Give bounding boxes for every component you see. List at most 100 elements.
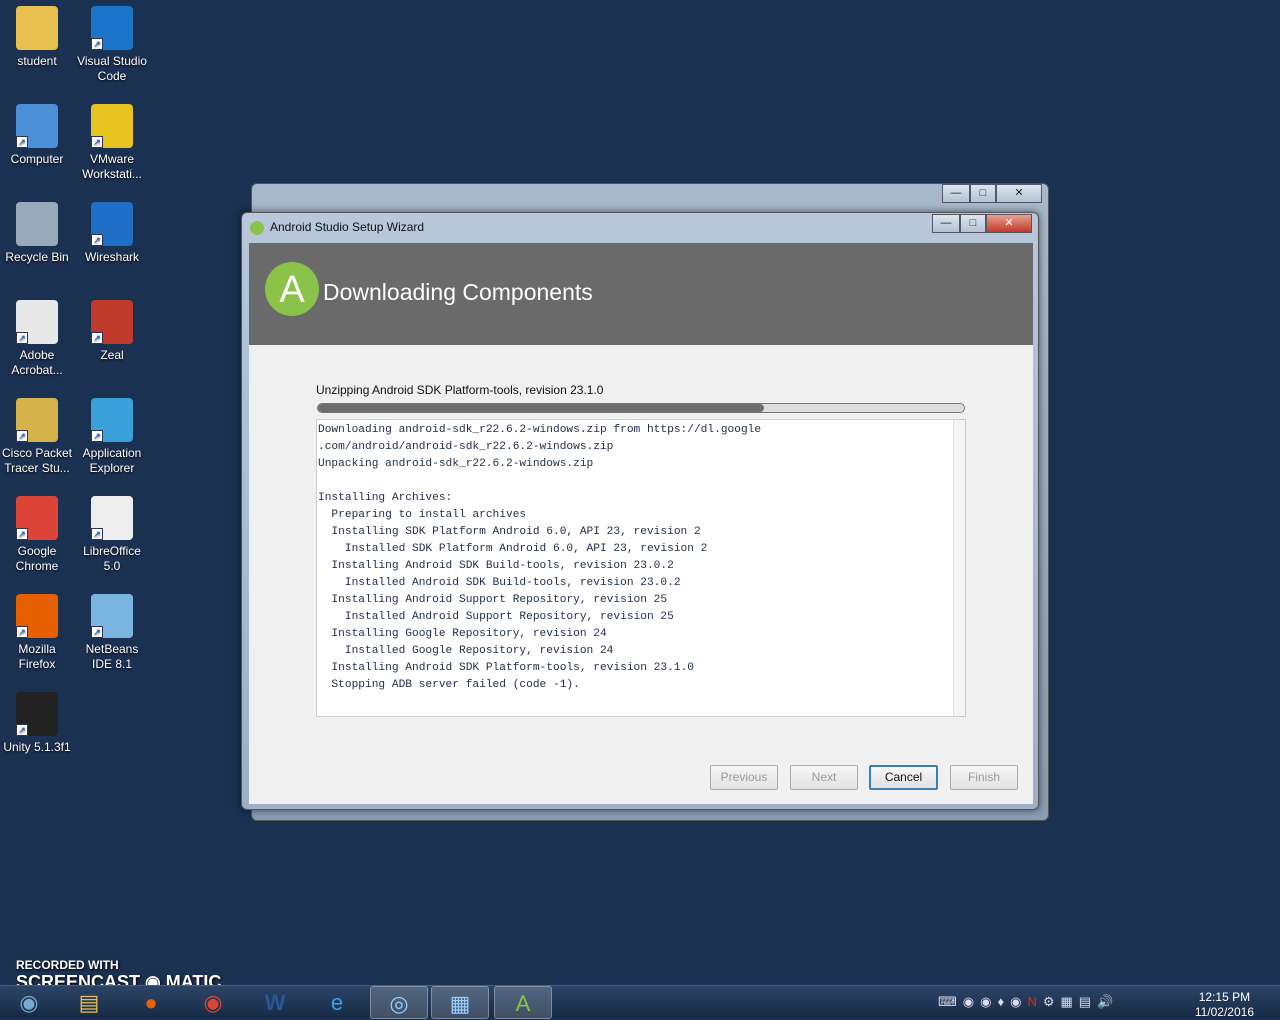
app-icon: ↗ (16, 104, 58, 148)
progress-fill (318, 404, 764, 412)
desktop-icon-label: Cisco Packet Tracer Stu... (1, 446, 73, 475)
next-button[interactable]: Next (790, 765, 858, 790)
desktop-icon[interactable]: ↗ Zeal (74, 296, 150, 363)
start-button[interactable]: ◉ (0, 986, 58, 1019)
shortcut-arrow-icon: ↗ (16, 136, 28, 148)
desktop-icon-label: Google Chrome (15, 544, 59, 573)
log-line: Installing SDK Platform Android 6.0, API… (318, 526, 701, 538)
app-icon: ↗ (16, 398, 58, 442)
log-line: Stopping ADB server failed (code -1). (318, 679, 580, 691)
desktop-icon[interactable]: ↗ Cisco Packet Tracer Stu... (0, 394, 75, 476)
desktop-icon-label: Wireshark (84, 250, 139, 264)
app-icon: ↗ (91, 6, 133, 50)
log-line: Preparing to install archives (318, 509, 527, 521)
cancel-button[interactable]: Cancel (869, 765, 938, 790)
firefox-taskbar-icon[interactable]: ● (122, 986, 180, 1019)
desktop-icon-label: Mozilla Firefox (18, 642, 56, 671)
shortcut-arrow-icon: ↗ (16, 724, 28, 736)
app-icon: ↗ (91, 202, 133, 246)
desktop-icon[interactable]: ↗ Application Explorer (74, 394, 150, 476)
system-tray-icons[interactable]: ⌨◉◉♦◉N⚙▦▤🔊 (938, 994, 1119, 1010)
media-taskbar-icon[interactable]: ◎ (370, 986, 428, 1019)
desktop-icon-label: Application Explorer (82, 446, 142, 475)
log-line: Installing Android Support Repository, r… (318, 594, 668, 606)
shortcut-arrow-icon: ↗ (91, 626, 103, 638)
android-studio-logo: A (265, 262, 319, 316)
app-icon: ↗ (91, 300, 133, 344)
log-line: Installing Android SDK Platform-tools, r… (318, 662, 694, 674)
desktop-icon-label: Computer (10, 152, 64, 166)
wizard-body: Unzipping Android SDK Platform-tools, re… (249, 345, 1033, 804)
desktop-icon[interactable]: ↗ Google Chrome (0, 492, 75, 574)
shortcut-arrow-icon: ↗ (16, 430, 28, 442)
shortcut-arrow-icon: ↗ (91, 38, 103, 50)
desktop-icon-label: student (17, 54, 57, 68)
desktop-icon-label: LibreOffice 5.0 (83, 544, 141, 573)
minimize-button[interactable]: — (932, 214, 960, 233)
desktop-icon-label: Unity 5.1.3f1 (3, 740, 71, 754)
shortcut-arrow-icon: ↗ (16, 528, 28, 540)
log-line: Installed Google Repository, revision 24 (318, 645, 614, 657)
app-icon (16, 202, 58, 246)
desktop-icon-label: VMware Workstati... (82, 152, 142, 181)
app-icon: ↗ (91, 104, 133, 148)
watermark-line1: RECORDED WITH (16, 958, 119, 972)
desktop-icon[interactable]: ↗ VMware Workstati... (74, 100, 150, 182)
log-line: Installed Android SDK Build-tools, revis… (318, 577, 681, 589)
desktop-icon[interactable]: ↗ Unity 5.1.3f1 (0, 688, 75, 755)
setup-wizard-window: Android Studio Setup Wizard — □ ✕ A Down… (241, 212, 1039, 810)
clock-time: 12:15 PM (1198, 990, 1251, 1004)
clock[interactable]: 12:15 PM 11/02/2016 (1195, 990, 1254, 1020)
log-line: .com/android/android-sdk_r22.6.2-windows… (318, 441, 614, 453)
status-text: Unzipping Android SDK Platform-tools, re… (316, 383, 604, 397)
app-icon: ↗ (91, 594, 133, 638)
desktop-icon[interactable]: ↗ Mozilla Firefox (0, 590, 75, 672)
desktop-icon[interactable]: ↗ Wireshark (74, 198, 150, 265)
shortcut-arrow-icon: ↗ (16, 626, 28, 638)
page-title: Downloading Components (323, 279, 593, 305)
desktop-icon-label: Visual Studio Code (77, 54, 147, 83)
taskbar: ◉ ▤ ● ◉ W e ◎ ▦ A ⌨◉◉♦◉N⚙▦▤🔊 12:15 PM 11… (0, 985, 1280, 1020)
close-button[interactable]: ✕ (996, 184, 1042, 203)
app-icon: ↗ (16, 594, 58, 638)
log-line: Downloading android-sdk_r22.6.2-windows.… (318, 424, 762, 436)
maximize-button[interactable]: □ (970, 184, 996, 203)
minimize-button[interactable]: — (942, 184, 970, 203)
log-output[interactable]: Downloading android-sdk_r22.6.2-windows.… (316, 419, 966, 717)
wizard-header: A Downloading Components (249, 243, 1033, 345)
desktop-icon-label: Adobe Acrobat... (11, 348, 63, 377)
ie-taskbar-icon[interactable]: e (308, 986, 366, 1019)
log-line: Installed SDK Platform Android 6.0, API … (318, 543, 708, 555)
desktop-icon[interactable]: ↗ LibreOffice 5.0 (74, 492, 150, 574)
app-icon: ↗ (91, 398, 133, 442)
app-explorer-taskbar-icon[interactable]: ▦ (431, 986, 489, 1019)
progress-bar (317, 403, 965, 413)
maximize-button[interactable]: □ (960, 214, 986, 233)
app-icon: ↗ (16, 692, 58, 736)
log-line: Installing Archives: (318, 492, 453, 504)
finish-button[interactable]: Finish (950, 765, 1018, 790)
close-button[interactable]: ✕ (986, 214, 1032, 233)
desktop-icon[interactable]: ↗ Visual Studio Code (74, 2, 150, 84)
desktop-icon[interactable]: ↗ Computer (0, 100, 75, 167)
desktop-icon[interactable]: ↗ NetBeans IDE 8.1 (74, 590, 150, 672)
app-icon: ↗ (16, 496, 58, 540)
shortcut-arrow-icon: ↗ (91, 430, 103, 442)
desktop-icon[interactable]: student (0, 2, 75, 69)
desktop-icon-label: NetBeans IDE 8.1 (85, 642, 139, 671)
app-icon (16, 6, 58, 50)
previous-button[interactable]: Previous (710, 765, 778, 790)
shortcut-arrow-icon: ↗ (91, 528, 103, 540)
desktop-icon[interactable]: ↗ Adobe Acrobat... (0, 296, 75, 378)
log-line: Installed Android Support Repository, re… (318, 611, 674, 623)
word-taskbar-icon[interactable]: W (246, 986, 304, 1019)
android-studio-taskbar-icon[interactable]: A (494, 986, 552, 1019)
explorer-taskbar-icon[interactable]: ▤ (60, 986, 118, 1019)
desktop-icon[interactable]: Recycle Bin (0, 198, 75, 265)
scrollbar[interactable] (953, 420, 965, 716)
log-line: Unpacking android-sdk_r22.6.2-windows.zi… (318, 458, 594, 470)
android-studio-icon (250, 221, 264, 235)
shortcut-arrow-icon: ↗ (16, 332, 28, 344)
shortcut-arrow-icon: ↗ (91, 234, 103, 246)
chrome-taskbar-icon[interactable]: ◉ (184, 986, 242, 1019)
